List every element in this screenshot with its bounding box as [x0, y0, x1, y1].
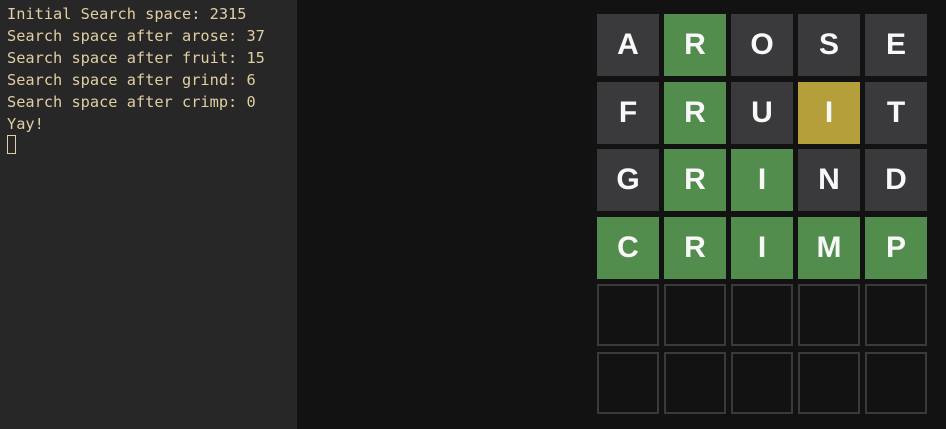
terminal-line: Search space after grind: 6: [7, 71, 256, 89]
tile-r6-c5: [865, 351, 927, 414]
tile-r6-c3: [731, 351, 793, 414]
tile-r4-c3: I: [731, 216, 793, 279]
terminal-panel[interactable]: Initial Search space: 2315 Search space …: [0, 0, 297, 429]
tile-r4-c5: P: [865, 216, 927, 279]
tile-r5-c3: [731, 284, 793, 346]
terminal-line: Search space after fruit: 15: [7, 49, 265, 67]
tile-r1-c5: E: [865, 14, 927, 76]
terminal-output: Initial Search space: 2315 Search space …: [7, 3, 265, 135]
terminal-line: Initial Search space: 2315: [7, 5, 247, 23]
tile-r4-c1: C: [597, 216, 659, 279]
wordle-board: AROSEFRUITGRINDCRIMP: [597, 14, 927, 414]
tile-r5-c1: [597, 284, 659, 346]
tile-r3-c1: G: [597, 149, 659, 211]
terminal-line: Yay!: [7, 115, 44, 133]
tile-r3-c4: N: [798, 149, 860, 211]
tile-r1-c3: O: [731, 14, 793, 76]
tile-r5-c2: [664, 284, 726, 346]
tile-r2-c3: U: [731, 81, 793, 144]
tile-r2-c2: R: [664, 81, 726, 144]
tile-r1-c2: R: [664, 14, 726, 76]
tile-r3-c5: D: [865, 149, 927, 211]
tile-r1-c4: S: [798, 14, 860, 76]
tile-r5-c5: [865, 284, 927, 346]
tile-r6-c4: [798, 351, 860, 414]
tile-r1-c1: A: [597, 14, 659, 76]
tile-r4-c2: R: [664, 216, 726, 279]
terminal-line: Search space after crimp: 0: [7, 93, 256, 111]
tile-r5-c4: [798, 284, 860, 346]
tile-r4-c4: M: [798, 216, 860, 279]
terminal-cursor: [7, 135, 16, 154]
tile-r2-c1: F: [597, 81, 659, 144]
tile-r2-c5: T: [865, 81, 927, 144]
tile-r6-c2: [664, 351, 726, 414]
tile-r6-c1: [597, 351, 659, 414]
terminal-line: Search space after arose: 37: [7, 27, 265, 45]
tile-r3-c2: R: [664, 149, 726, 211]
tile-r3-c3: I: [731, 149, 793, 211]
tile-r2-c4: I: [798, 81, 860, 144]
